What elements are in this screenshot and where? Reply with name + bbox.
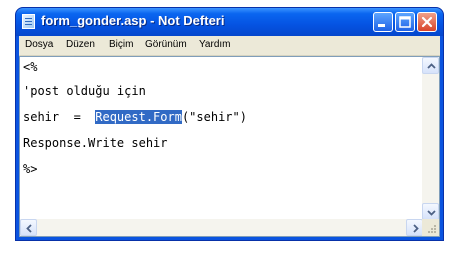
scroll-up-button[interactable] xyxy=(422,57,439,74)
chevron-left-icon xyxy=(26,224,32,233)
close-button[interactable] xyxy=(417,12,437,32)
scroll-left-button[interactable] xyxy=(20,219,37,236)
menu-yardim[interactable]: Yardım xyxy=(199,39,231,50)
menu-duzen[interactable]: Düzen xyxy=(66,39,95,50)
notepad-window: form_gonder.asp - Not Defteri Dosya Düze… xyxy=(16,8,443,240)
resize-grip-icon xyxy=(428,225,436,233)
code-line-1: <% xyxy=(23,60,38,74)
menu-bar: Dosya Düzen Biçim Görünüm Yardım xyxy=(19,36,440,56)
code-line-3-before: sehir = xyxy=(23,110,96,124)
text-content[interactable]: <% 'post olduğu için sehir = Request.For… xyxy=(20,57,423,220)
selected-text[interactable]: Request.Form xyxy=(95,110,182,124)
code-line-3: sehir = Request.Form("sehir") xyxy=(23,110,247,124)
code-line-4: Response.Write sehir xyxy=(23,136,168,150)
menu-gorunum[interactable]: Görünüm xyxy=(145,39,187,50)
close-icon xyxy=(421,16,433,28)
scroll-down-button[interactable] xyxy=(422,203,439,220)
editor-area[interactable]: <% 'post olduğu için sehir = Request.For… xyxy=(19,56,440,237)
minimize-icon xyxy=(378,24,385,27)
horizontal-scrollbar[interactable] xyxy=(20,219,423,236)
code-line-3-after: ("sehir") xyxy=(181,110,247,124)
minimize-button[interactable] xyxy=(373,12,393,32)
window-title: form_gonder.asp - Not Defteri xyxy=(41,13,225,28)
code-line-2: 'post olduğu için xyxy=(23,84,146,98)
notepad-icon[interactable] xyxy=(22,14,35,29)
scroll-right-button[interactable] xyxy=(406,219,423,236)
resize-grip[interactable] xyxy=(422,219,439,236)
chevron-up-icon xyxy=(427,63,436,69)
menu-bicim[interactable]: Biçim xyxy=(109,39,133,50)
menu-dosya[interactable]: Dosya xyxy=(25,39,53,50)
code-line-5: %> xyxy=(23,162,38,176)
title-bar[interactable]: form_gonder.asp - Not Defteri xyxy=(16,8,443,36)
maximize-icon xyxy=(399,16,411,28)
vertical-scrollbar[interactable] xyxy=(422,57,439,220)
maximize-button[interactable] xyxy=(395,12,415,32)
